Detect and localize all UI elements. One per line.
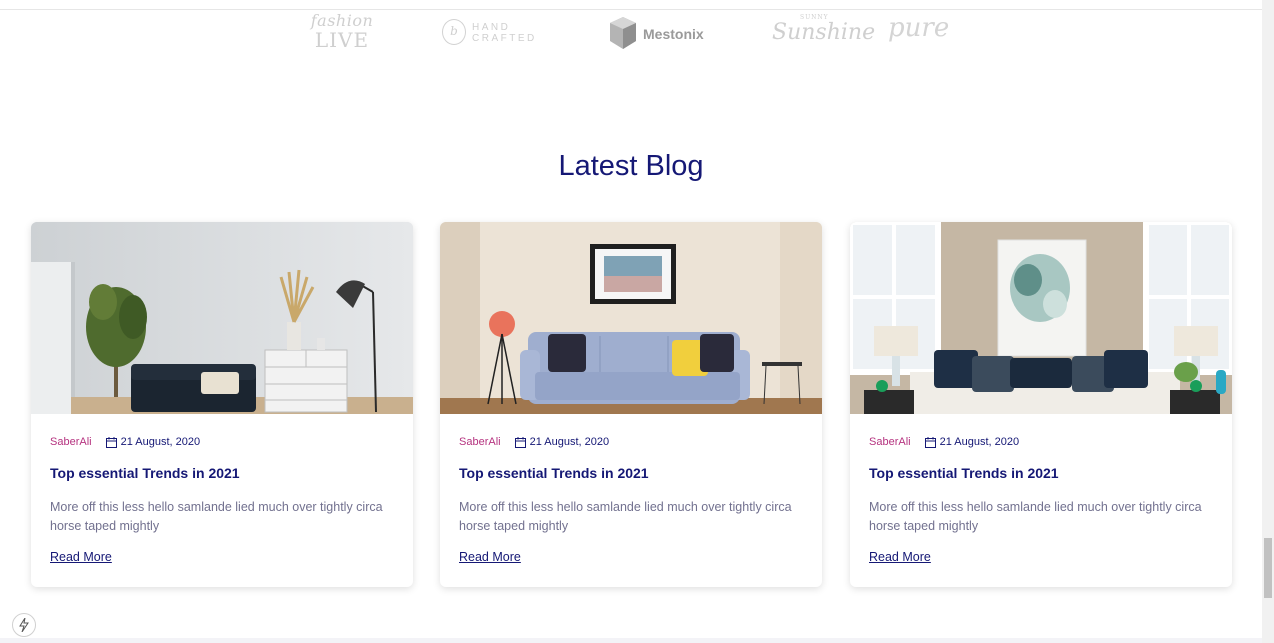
brand-mestonix-name: Mestonix — [643, 26, 704, 42]
brand-logo-sunshine: SUNNY Sunshine — [770, 14, 875, 50]
blog-meta: SaberAli 21 August, 2020 — [50, 435, 200, 449]
blog-image[interactable] — [850, 222, 1232, 414]
brand-sunshine-name: Sunshine — [772, 20, 876, 45]
blog-card: SaberAli 21 August, 2020 Top essential T… — [850, 222, 1232, 587]
brand-logo-handcrafted: b HAND CRAFTED — [440, 17, 540, 47]
blog-meta: SaberAli 21 August, 2020 — [459, 435, 609, 449]
brand-logos: fashion LIVE b HAND CRAFTED Mestonix SUN… — [290, 11, 990, 56]
scrollbar-thumb[interactable] — [1264, 538, 1272, 598]
read-more-link[interactable]: Read More — [459, 550, 521, 564]
lightning-icon[interactable] — [12, 613, 36, 637]
blog-description: More off this less hello samlande lied m… — [459, 500, 792, 533]
header-edge — [0, 0, 1262, 10]
cube-icon — [610, 17, 636, 49]
blog-image[interactable] — [440, 222, 822, 414]
calendar-icon — [105, 436, 117, 448]
blog-title[interactable]: Top essential Trends in 2021 — [869, 465, 1059, 481]
blog-date: 21 August, 2020 — [939, 436, 1020, 448]
footer-edge — [0, 638, 1262, 643]
blog-description: More off this less hello samlande lied m… — [869, 500, 1202, 533]
brand-hand-text: HAND CRAFTED — [472, 22, 537, 44]
read-more-link[interactable]: Read More — [869, 550, 931, 564]
brand-logo-mestonix: Mestonix — [608, 16, 708, 50]
brand-logo-pure: pure — [888, 13, 950, 43]
blog-title[interactable]: Top essential Trends in 2021 — [50, 465, 240, 481]
blog-description: More off this less hello samlande lied m… — [50, 500, 383, 533]
blog-card: SaberAli 21 August, 2020 Top essential T… — [31, 222, 413, 587]
calendar-icon — [514, 436, 526, 448]
blog-date: 21 August, 2020 — [120, 436, 201, 448]
calendar-icon — [924, 436, 936, 448]
blog-card: SaberAli 21 August, 2020 Top essential T… — [440, 222, 822, 587]
brand-hand-line1: HAND — [472, 22, 511, 33]
brand-fashion-script: fashion — [310, 11, 374, 30]
blog-author[interactable]: SaberAli — [50, 436, 92, 448]
blog-title[interactable]: Top essential Trends in 2021 — [459, 465, 649, 481]
section-title: Latest Blog — [558, 150, 704, 182]
blog-author[interactable]: SaberAli — [459, 436, 501, 448]
blog-meta: SaberAli 21 August, 2020 — [869, 435, 1019, 449]
brand-hand-line2: CRAFTED — [472, 33, 537, 44]
blog-date: 21 August, 2020 — [529, 436, 610, 448]
brand-fashion-live: LIVE — [314, 28, 370, 52]
brand-hand-emblem: b — [442, 19, 466, 45]
blog-image[interactable] — [31, 222, 413, 414]
scrollbar[interactable] — [1262, 0, 1274, 643]
read-more-link[interactable]: Read More — [50, 550, 112, 564]
page: fashion LIVE b HAND CRAFTED Mestonix SUN… — [0, 0, 1262, 643]
brand-logo-fashion-live: fashion LIVE — [304, 13, 380, 55]
blog-author[interactable]: SaberAli — [869, 436, 911, 448]
